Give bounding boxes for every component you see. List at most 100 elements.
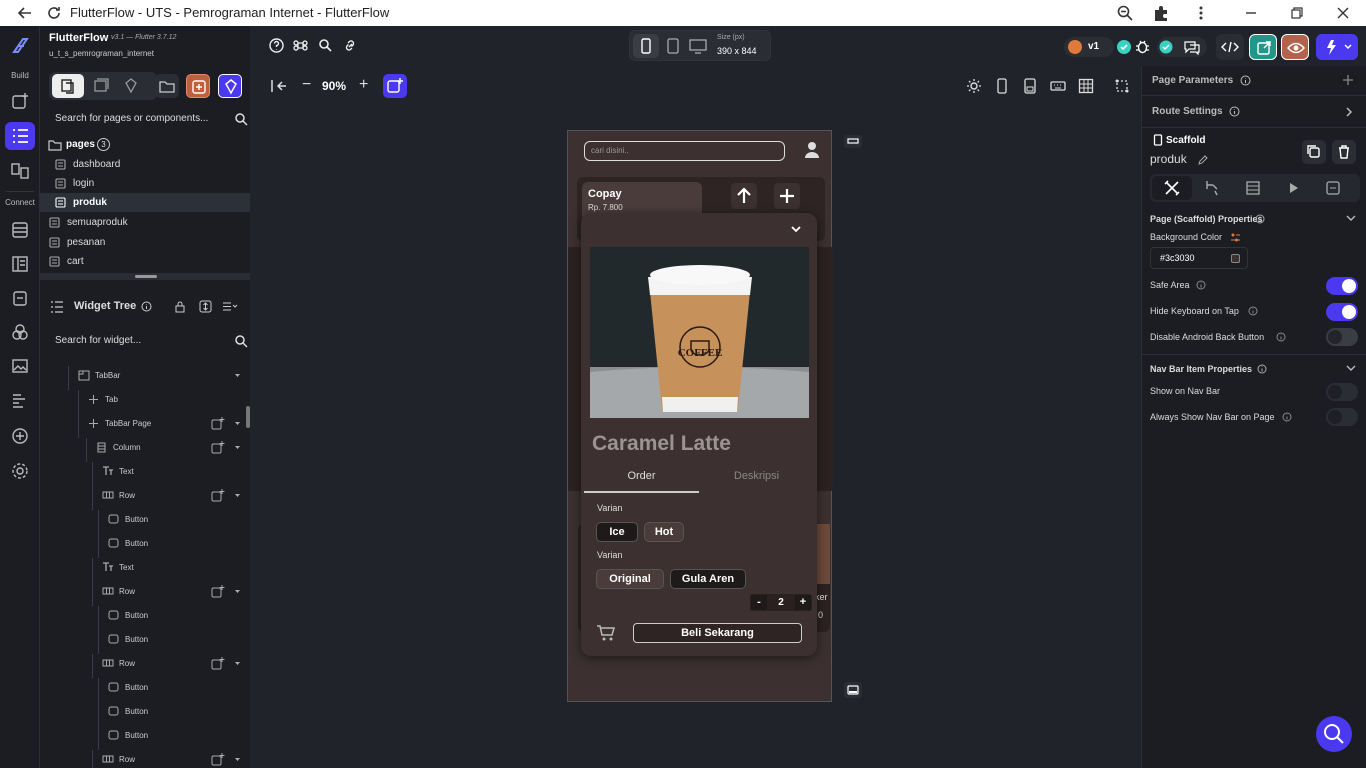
page-item-semuaproduk[interactable]: semuaproduk <box>40 213 250 232</box>
tree-node-button[interactable]: Button <box>40 510 246 534</box>
tree-node-button[interactable]: Button <box>40 678 246 702</box>
flutterflow-logo-icon[interactable] <box>10 36 30 56</box>
qty-plus-button[interactable]: + <box>795 595 811 610</box>
pages-tab-button[interactable] <box>52 74 84 98</box>
tree-node-text[interactable]: Text <box>40 462 246 486</box>
page-parameters-row[interactable]: Page Parameters <box>1142 66 1366 96</box>
zoom-in-button[interactable]: + <box>359 76 368 94</box>
keyboard-icon[interactable] <box>1050 79 1066 93</box>
close-icon[interactable] <box>1334 4 1352 22</box>
tree-node-text[interactable]: Text <box>40 558 246 582</box>
database-icon[interactable] <box>10 220 30 240</box>
open-new-tab-button[interactable] <box>1249 34 1277 60</box>
color-palette-icon[interactable] <box>1230 232 1241 243</box>
variant-ice-button[interactable]: Ice <box>596 522 638 542</box>
add-child-icon[interactable] <box>211 441 225 454</box>
help-icon[interactable] <box>269 38 284 53</box>
tree-node-button[interactable]: Button <box>40 702 246 726</box>
info-icon[interactable] <box>141 301 152 312</box>
delete-button[interactable] <box>1332 140 1356 164</box>
back-arrow-icon[interactable] <box>16 4 34 22</box>
always-show-navbar-toggle[interactable] <box>1326 408 1358 426</box>
phone-search-input[interactable]: cari disini.. <box>584 141 785 161</box>
cart-icon[interactable] <box>596 624 616 642</box>
play-icon[interactable] <box>1284 179 1302 197</box>
duplicate-button[interactable] <box>1302 140 1326 164</box>
tablet-icon[interactable] <box>664 37 682 55</box>
variant-gula-aren-button[interactable]: Gula Aren <box>670 569 746 589</box>
tree-node-column[interactable]: Column <box>40 438 246 462</box>
run-button[interactable] <box>1316 34 1358 60</box>
info-icon[interactable] <box>1257 364 1267 374</box>
tree-node-tabbar-page[interactable]: TabBar Page <box>40 414 246 438</box>
safe-area-toggle[interactable] <box>1326 277 1358 295</box>
chevron-down-icon[interactable] <box>234 493 241 498</box>
widget-search-input[interactable]: Search for widget... <box>49 330 249 352</box>
minimize-icon[interactable] <box>1242 4 1260 22</box>
properties-tab[interactable] <box>1152 176 1192 200</box>
chevron-down-icon[interactable] <box>789 222 803 236</box>
chevron-down-icon[interactable] <box>234 445 241 450</box>
tab-deskripsi[interactable]: Deskripsi <box>699 468 814 494</box>
chevron-down-icon[interactable] <box>1345 213 1357 223</box>
hide-keyboard-toggle[interactable] <box>1326 303 1358 321</box>
tree-scrollbar[interactable] <box>246 406 250 428</box>
settings-gear-icon[interactable] <box>10 461 30 481</box>
variant-hot-button[interactable]: Hot <box>644 522 684 542</box>
page-item-produk[interactable]: produk <box>40 193 250 212</box>
desktop-icon[interactable] <box>688 37 708 55</box>
toggle-navbar-button[interactable] <box>844 682 862 698</box>
tree-node-row[interactable]: Row <box>40 486 246 510</box>
responsive-icon[interactable] <box>1024 78 1036 94</box>
edit-icon[interactable] <box>1197 155 1208 166</box>
product-bottom-sheet[interactable]: COFFEE Caramel Latte Order Deskripsi Var… <box>581 213 817 656</box>
zoom-out-button[interactable]: − <box>302 76 311 94</box>
search-icon[interactable] <box>318 38 333 53</box>
info-icon[interactable] <box>1276 332 1286 342</box>
selection-tool-icon[interactable] <box>1114 78 1130 94</box>
plus-icon[interactable] <box>1342 74 1354 86</box>
tree-node-button[interactable]: Button <box>40 606 246 630</box>
backend-query-icon[interactable] <box>1244 179 1262 197</box>
info-icon[interactable] <box>1282 412 1292 422</box>
profile-icon[interactable] <box>804 141 820 159</box>
theme-icon[interactable] <box>10 322 30 342</box>
extensions-icon[interactable] <box>1152 4 1170 22</box>
info-icon[interactable] <box>1255 214 1265 224</box>
search-icon[interactable] <box>234 334 248 348</box>
restore-icon[interactable] <box>1288 4 1306 22</box>
add-child-icon[interactable] <box>211 657 225 670</box>
tree-node-button[interactable]: Button <box>40 534 246 558</box>
toggle-appbar-button[interactable] <box>844 135 862 148</box>
page-state-icon[interactable] <box>1324 179 1342 197</box>
sun-icon[interactable] <box>966 78 982 94</box>
tree-node-row[interactable]: Row <box>40 750 246 768</box>
collapse-panel-button[interactable] <box>268 78 290 94</box>
add-child-icon[interactable] <box>211 489 225 502</box>
new-folder-button[interactable] <box>155 74 179 98</box>
upload-button[interactable] <box>731 183 757 209</box>
reload-icon[interactable] <box>45 4 63 22</box>
cloud-functions-icon[interactable] <box>10 426 30 446</box>
api-calls-icon[interactable] <box>10 288 30 308</box>
preview-button[interactable] <box>1281 34 1309 60</box>
chevron-down-icon[interactable] <box>234 589 241 594</box>
version-pill[interactable]: v1 <box>1064 37 1114 57</box>
code-view-button[interactable] <box>1216 34 1244 60</box>
more-vert-icon[interactable] <box>1192 4 1210 22</box>
page-item-pesanan[interactable]: pesanan <box>40 233 250 252</box>
info-icon[interactable] <box>1240 75 1251 86</box>
add-button[interactable] <box>774 183 800 209</box>
tree-node-tab[interactable]: Tab <box>40 390 246 414</box>
page-search-input[interactable]: Search for pages or components... <box>49 108 249 130</box>
page-item-dashboard[interactable]: dashboard <box>40 155 250 174</box>
buy-now-button[interactable]: Beli Sekarang <box>633 623 802 643</box>
bg-color-field[interactable]: #3c3030 <box>1150 247 1248 269</box>
route-settings-row[interactable]: Route Settings <box>1142 96 1366 128</box>
custom-code-icon[interactable] <box>10 391 30 411</box>
search-icon[interactable] <box>234 112 248 126</box>
media-assets-icon[interactable] <box>10 356 30 376</box>
show-navbar-toggle[interactable] <box>1326 383 1358 401</box>
bug-icon[interactable] <box>1134 38 1151 55</box>
chevron-down-icon[interactable] <box>234 757 241 762</box>
